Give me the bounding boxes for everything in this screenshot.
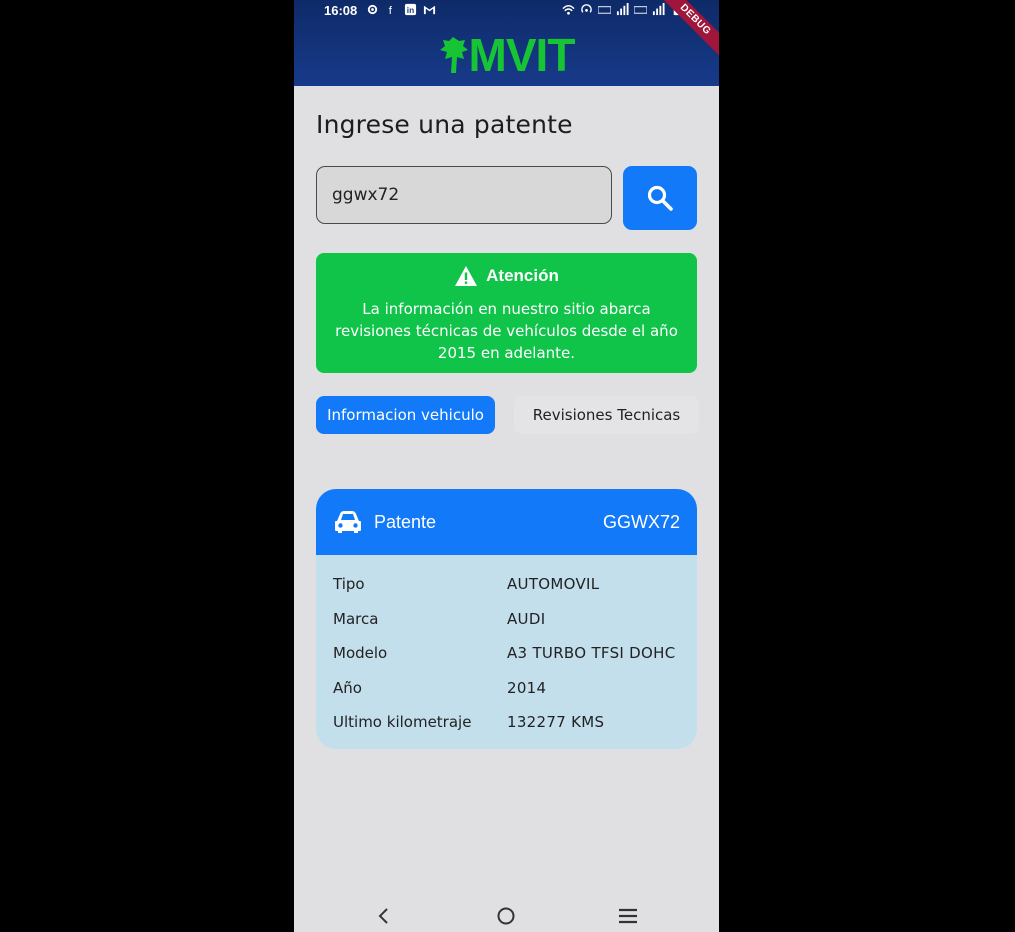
row-label: Modelo xyxy=(333,644,388,662)
row-value: A3 TURBO TFSI DOHC xyxy=(507,644,676,662)
alert-title-row: Atención xyxy=(316,265,697,287)
alert-title: Atención xyxy=(486,266,559,285)
hotspot-icon xyxy=(581,4,592,13)
app-logo: MVIT xyxy=(294,30,719,80)
logo-text: MVIT xyxy=(468,29,576,81)
row-value: 2014 xyxy=(507,679,547,697)
status-bar: 16:08 f in xyxy=(294,0,719,22)
phone-screen: 16:08 f in DEBUG MVIT Ingrese una patent… xyxy=(294,0,719,932)
svg-text:f: f xyxy=(389,5,393,16)
row-label: Tipo xyxy=(333,575,365,593)
back-icon[interactable] xyxy=(372,906,396,926)
android-nav-bar xyxy=(294,897,719,932)
facebook-icon: f xyxy=(389,5,393,16)
wifi-icon xyxy=(562,5,575,15)
volte-icon xyxy=(598,6,611,14)
plate-search-input[interactable] xyxy=(316,166,612,224)
signal2-icon xyxy=(652,3,665,16)
recent-apps-icon[interactable] xyxy=(616,906,640,926)
detail-row-anio: Año 2014 xyxy=(333,679,683,703)
row-label: Ultimo kilometraje xyxy=(333,713,472,731)
row-value: 132277 KMS xyxy=(507,713,605,731)
notification-icons: f in xyxy=(366,3,436,16)
vehicle-info-card: Patente GGWX72 Tipo AUTOMOVIL Marca AUDI… xyxy=(316,489,697,749)
gmail-icon xyxy=(423,5,436,15)
row-label: Marca xyxy=(333,610,379,628)
car-icon xyxy=(335,511,361,533)
linkedin-icon: in xyxy=(404,3,417,15)
info-alert: Atención La información en nuestro sitio… xyxy=(316,253,697,373)
volte2-icon xyxy=(634,6,647,14)
search-button[interactable] xyxy=(623,166,697,230)
detail-row-tipo: Tipo AUTOMOVIL xyxy=(333,575,683,599)
plate-value: GGWX72 xyxy=(602,512,680,532)
row-value: AUTOMOVIL xyxy=(507,575,600,593)
tab-technical-reviews[interactable]: Revisiones Tecnicas xyxy=(514,396,699,434)
tab-vehicle-info[interactable]: Informacion vehiculo xyxy=(316,396,495,434)
detail-row-marca: Marca AUDI xyxy=(333,610,683,634)
tree-logo-icon xyxy=(439,37,468,73)
warning-icon xyxy=(455,266,478,286)
settings-icon xyxy=(367,4,378,15)
search-icon xyxy=(647,185,673,211)
svg-text:in: in xyxy=(407,5,414,15)
detail-row-kilometraje: Ultimo kilometraje 132277 KMS xyxy=(333,713,683,737)
page-title: Ingrese una patente xyxy=(316,110,573,139)
alert-message: La información en nuestro sitio abarca r… xyxy=(335,300,678,362)
status-time: 16:08 xyxy=(324,3,358,18)
row-label: Año xyxy=(333,679,362,697)
row-value: AUDI xyxy=(507,610,546,628)
detail-row-modelo: Modelo A3 TURBO TFSI DOHC xyxy=(333,644,683,668)
signal-icon xyxy=(616,3,629,16)
card-header: Patente GGWX72 xyxy=(316,489,697,555)
home-icon[interactable] xyxy=(494,906,518,926)
app-bar: 16:08 f in DEBUG MVIT xyxy=(294,0,719,86)
plate-label: Patente xyxy=(374,512,437,532)
system-icons xyxy=(562,3,683,16)
